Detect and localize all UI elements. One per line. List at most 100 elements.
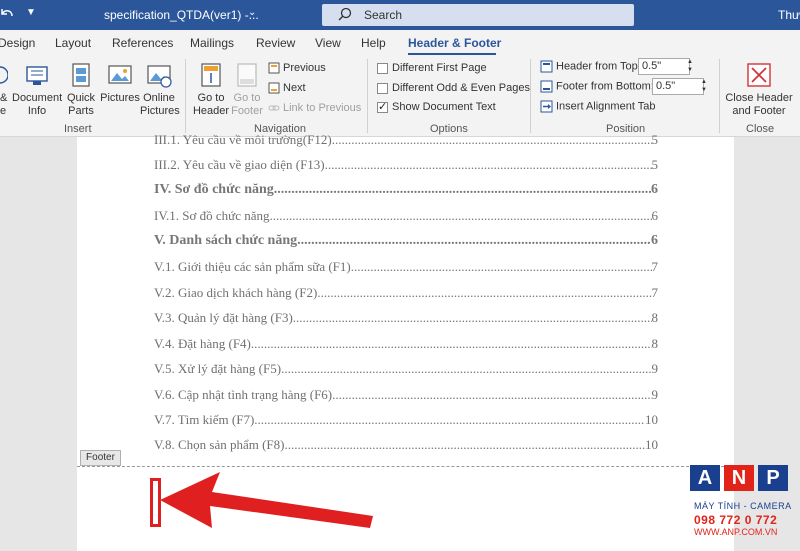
- header-from-top-input[interactable]: 0.5": [638, 58, 690, 75]
- online-pictures-label: Online Pictures: [140, 92, 180, 117]
- checkbox-unchecked: [377, 62, 388, 74]
- logo-letter: N: [724, 465, 754, 491]
- footer-from-bottom-label: Footer from Bottom:: [556, 80, 654, 93]
- next-button[interactable]: Next: [268, 82, 306, 94]
- date-time-label: & e: [0, 92, 8, 117]
- toc-entry-title: IV.1. Sơ đồ chức năng: [154, 208, 270, 223]
- anp-watermark-logo: A N P MÁY TÍNH - CAMERA 098 772 0 772 WW…: [690, 465, 800, 545]
- tab-help[interactable]: Help: [361, 36, 386, 50]
- toc-leader-dots: [317, 285, 651, 303]
- toc-leader-dots: [274, 182, 651, 200]
- toc-leader-dots: [284, 437, 645, 455]
- toc-entry[interactable]: IV. Sơ đồ chức năng 6: [154, 182, 658, 200]
- quick-parts-button[interactable]: Quick Parts: [64, 61, 98, 118]
- toc-leader-dots: [297, 233, 651, 251]
- tab-mailings[interactable]: Mailings: [190, 36, 234, 50]
- clock-icon: [0, 66, 8, 84]
- footer-from-bottom-input[interactable]: 0.5": [652, 78, 704, 95]
- document-info-button[interactable]: Document Info: [12, 61, 62, 118]
- toc-leader-dots: [281, 361, 651, 379]
- header-spin-buttons[interactable]: ▲ ▼: [686, 58, 694, 75]
- toc-entry-page: 9: [651, 361, 659, 376]
- footer-spin-buttons[interactable]: ▲ ▼: [700, 78, 708, 95]
- logo-letter: A: [690, 465, 720, 491]
- toc-entry-title: IV. Sơ đồ chức năng: [154, 182, 274, 197]
- user-name[interactable]: Thư: [778, 8, 800, 22]
- watermark-tagline: MÁY TÍNH - CAMERA: [694, 501, 792, 511]
- toc-entry[interactable]: V.5. Xử lý đặt hàng (F5) 9: [154, 361, 658, 379]
- toc-entry-page: 7: [651, 259, 659, 274]
- toc-entry-page: 10: [645, 437, 658, 452]
- checkbox-checked: [377, 100, 388, 113]
- search-placeholder: Search: [364, 8, 403, 22]
- go-to-footer-button[interactable]: Go to Footer: [230, 61, 264, 118]
- toc-entry[interactable]: V.3. Quản lý đặt hàng (F3) 8: [154, 310, 658, 328]
- footer-boundary: [77, 466, 734, 467]
- toc-entry[interactable]: V.2. Giao dịch khách hàng (F2) 7: [154, 285, 658, 303]
- toc-leader-dots: [251, 336, 652, 354]
- toc-entry[interactable]: V. Danh sách chức năng 6: [154, 233, 658, 251]
- show-document-text-label: Show Document Text: [392, 101, 496, 113]
- toc-entry[interactable]: V.8. Chọn sản phẩm (F8) 10: [154, 437, 658, 455]
- close-icon: [747, 63, 771, 87]
- link-to-previous-button[interactable]: Link to Previous: [268, 102, 361, 114]
- search-box[interactable]: Search: [322, 4, 634, 26]
- undo-icon[interactable]: [0, 6, 14, 22]
- toc-entry[interactable]: III.2. Yêu cầu về giao diện (F13) 5: [154, 157, 658, 175]
- different-odd-even-checkbox[interactable]: Different Odd & Even Pages: [377, 82, 530, 94]
- toc-entry-title: V.1. Giới thiệu các sản phẩm sữa (F1): [154, 259, 351, 274]
- different-first-page-label: Different First Page: [392, 62, 487, 74]
- toc-entry-page: 5: [651, 132, 659, 147]
- pictures-label: Pictures: [100, 92, 140, 104]
- document-info-icon: [26, 66, 48, 85]
- toc-leader-dots: [270, 208, 652, 226]
- toc-entry[interactable]: III.1. Yêu cầu về môi trường(F12) 5: [154, 132, 658, 150]
- footer-from-bottom-icon: [540, 80, 553, 93]
- different-first-page-checkbox[interactable]: Different First Page: [377, 62, 487, 74]
- toc-entry-page: 6: [651, 233, 658, 248]
- title-chevron-down-icon[interactable]: ⌄: [248, 7, 256, 18]
- customize-qat-icon[interactable]: ▼: [26, 7, 36, 18]
- watermark-website: WWW.ANP.COM.VN: [694, 527, 778, 537]
- toc-entry[interactable]: V.4. Đặt hàng (F4) 8: [154, 336, 658, 354]
- document-title: specification_QTDA(ver1) -...: [104, 8, 259, 22]
- toc-entry[interactable]: IV.1. Sơ đồ chức năng 6: [154, 208, 658, 226]
- toc-leader-dots: [325, 157, 652, 175]
- tab-review[interactable]: Review: [256, 36, 295, 50]
- toc-entry[interactable]: V.1. Giới thiệu các sản phẩm sữa (F1) 7: [154, 259, 658, 277]
- go-to-footer-label: Go to Footer: [231, 92, 263, 117]
- tab-design[interactable]: Design: [0, 36, 35, 50]
- tab-references[interactable]: References: [112, 36, 173, 50]
- online-pictures-button[interactable]: Online Pictures: [140, 61, 180, 118]
- close-header-footer-label: Close Header and Footer: [725, 92, 793, 117]
- header-from-top-icon: [540, 60, 553, 73]
- pictures-icon: [108, 65, 132, 84]
- group-divider: [367, 59, 368, 133]
- toc-entry-title: V.5. Xử lý đặt hàng (F5): [154, 361, 282, 376]
- logo-letter: P: [758, 465, 788, 491]
- quick-parts-label: Quick Parts: [66, 92, 96, 117]
- show-document-text-checkbox[interactable]: Show Document Text: [377, 100, 496, 113]
- toc-entry[interactable]: V.6. Cập nhật tình trạng hàng (F6) 9: [154, 387, 658, 405]
- header-from-top-control: Header from Top:: [540, 60, 641, 73]
- toc-leader-dots: [293, 310, 652, 328]
- close-header-footer-button[interactable]: Close Header and Footer: [724, 61, 794, 118]
- date-time-button[interactable]: & e: [0, 61, 8, 118]
- toc-entry-page: 5: [651, 157, 659, 172]
- pictures-button[interactable]: Pictures: [100, 61, 140, 105]
- tab-view[interactable]: View: [315, 36, 341, 50]
- ribbon: & e Document Info Quick Parts Pictures O…: [0, 55, 800, 137]
- previous-button[interactable]: Previous: [268, 62, 326, 74]
- go-to-header-button[interactable]: Go to Header: [192, 61, 230, 118]
- header-from-top-label: Header from Top:: [556, 60, 641, 73]
- tab-header-footer[interactable]: Header & Footer: [408, 36, 501, 50]
- toc-entry-page: 8: [651, 310, 659, 325]
- toc-entry[interactable]: V.7. Tìm kiếm (F7) 10: [154, 412, 658, 430]
- go-to-header-icon: [201, 63, 221, 87]
- toc-entry-page: 9: [651, 387, 659, 402]
- insert-alignment-tab-button[interactable]: Insert Alignment Tab: [540, 100, 655, 113]
- search-icon: [338, 7, 352, 21]
- tab-layout[interactable]: Layout: [55, 36, 91, 50]
- next-label: Next: [283, 82, 306, 94]
- toc-entry-title: V.4. Đặt hàng (F4): [154, 336, 251, 351]
